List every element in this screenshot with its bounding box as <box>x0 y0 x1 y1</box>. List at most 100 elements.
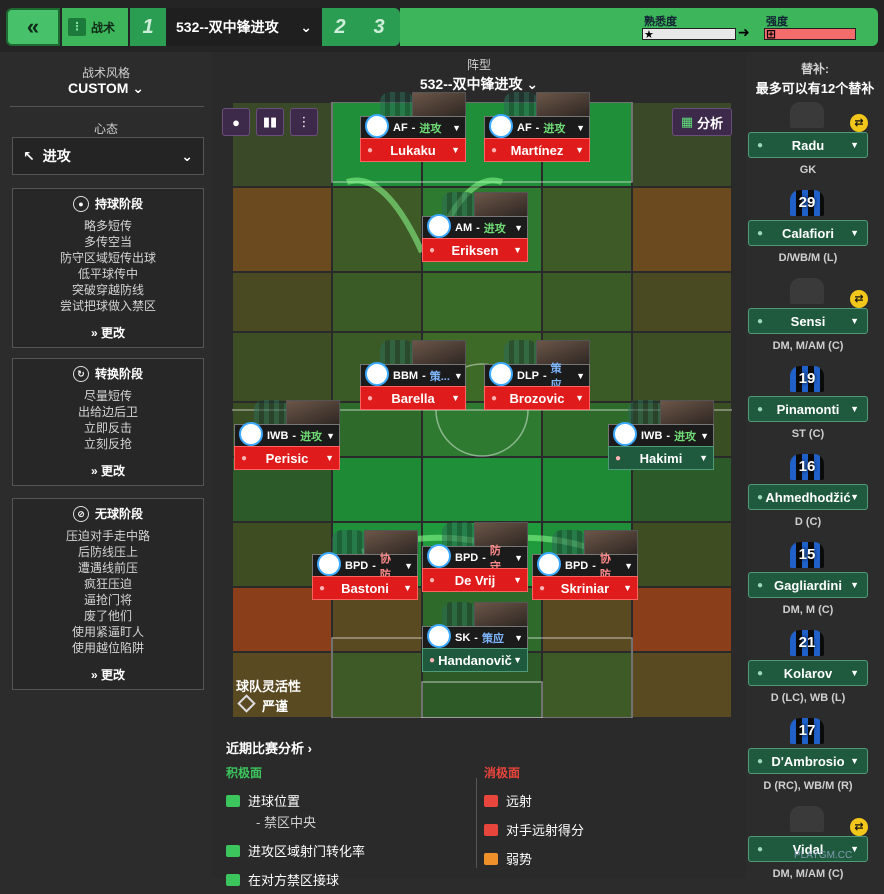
player-card[interactable]: IWB - 进攻 ▼ ● Perisic ▼ <box>234 400 340 470</box>
role-selector[interactable]: IWB - 进攻 ▼ <box>608 421 714 446</box>
role-selector[interactable]: AF - 进攻 ▼ <box>484 113 590 138</box>
familiarity-meter[interactable] <box>642 28 736 40</box>
player-name-bar[interactable]: ● Handanovič ▼ <box>422 648 528 672</box>
mentality-value: 进攻 <box>42 148 71 164</box>
player-name-bar[interactable]: ● Perisic ▼ <box>234 446 340 470</box>
sub-name-bar[interactable]: ● Radu ▼ <box>748 132 868 158</box>
sub-player[interactable]: ● Radu ▼ GK <box>746 102 870 190</box>
sub-player[interactable]: 29 ● Calafiori ▼ D/WB/M (L) <box>746 190 870 278</box>
role-selector[interactable]: BBM - 策... ▼ <box>360 361 466 386</box>
player-card[interactable]: BBM - 策... ▼ ● Barella ▼ <box>360 340 466 410</box>
divider <box>476 778 477 868</box>
sub-name-bar[interactable]: ● Kolarov ▼ <box>748 660 868 686</box>
caret-down-icon: ▼ <box>514 632 523 643</box>
player-view-button[interactable]: ● <box>222 108 250 136</box>
player-card[interactable]: BPD - 防守 ▼ ● De Vrij ▼ <box>422 522 528 592</box>
phase-instruction: 尝试把球做入禁区 <box>59 299 156 313</box>
analyse-button[interactable]: ▦ 分析 <box>672 108 732 136</box>
tactic-slot-3[interactable]: 3 <box>358 8 400 46</box>
tactic-name-dropdown[interactable]: 532--双中锋进攻 ⌄ <box>166 8 322 46</box>
player-name-bar[interactable]: ● Brozovic ▼ <box>484 386 590 410</box>
player-card[interactable]: DLP - 策应 ▼ ● Brozovic ▼ <box>484 340 590 410</box>
role-selector[interactable]: AF - 进攻 ▼ <box>360 113 466 138</box>
swap-arrows-icon[interactable]: ⇄ <box>850 818 868 836</box>
player-card[interactable]: AF - 进攻 ▼ ● Lukaku ▼ <box>360 92 466 162</box>
sub-player[interactable]: 19 ● Pinamonti ▼ ST (C) <box>746 366 870 454</box>
more-options-button[interactable]: ⋮ <box>290 108 318 136</box>
caret-down-icon: ▼ <box>451 393 460 403</box>
person-icon: ● <box>367 144 374 156</box>
stats-view-button[interactable]: ▮▮ <box>256 108 284 136</box>
sub-name-bar[interactable]: ● Calafiori ▼ <box>748 220 868 246</box>
strength-meter[interactable] <box>764 28 856 40</box>
positive-text: 进球位置 <box>248 794 301 809</box>
caret-down-icon: ▼ <box>514 552 523 563</box>
tactic-tab[interactable]: ⋮ 战术 <box>62 8 128 46</box>
person-icon: ● <box>232 114 240 130</box>
role-selector[interactable]: BPD - 协防 ▼ <box>312 551 418 581</box>
change-transition-button[interactable]: » 更改 <box>13 462 203 479</box>
sub-player[interactable]: 16 ● Ahmedhodžić ▼ D (C) <box>746 454 870 542</box>
player-card[interactable]: AF - 进攻 ▼ ● Martínez ▼ <box>484 92 590 162</box>
player-name-bar[interactable]: ● Skriniar ▼ <box>532 576 638 600</box>
change-out-of-possession-button[interactable]: » 更改 <box>13 666 203 683</box>
sub-name-bar[interactable]: ● Gagliardini ▼ <box>748 572 868 598</box>
sub-player[interactable]: 15 ● Gagliardini ▼ DM, M (C) <box>746 542 870 630</box>
thumbs-up-icon <box>226 844 240 857</box>
mentality-dropdown[interactable]: ↖ 进攻 ⌄ <box>12 137 204 175</box>
tactic-name: 532--双中锋进攻 <box>176 19 279 35</box>
sub-player[interactable]: ● Sensi ▼ DM, M/AM (C) <box>746 278 870 366</box>
negatives-caption: 消极面 <box>484 766 521 780</box>
player-name-bar[interactable]: ● Lukaku ▼ <box>360 138 466 162</box>
sub-name-bar[interactable]: ● Ahmedhodžić ▼ <box>748 484 868 510</box>
role-selector[interactable]: IWB - 进攻 ▼ <box>234 421 340 446</box>
person-icon: ● <box>491 144 498 156</box>
tactic-slot-2[interactable]: 2 <box>322 8 358 46</box>
positive-text: 进攻区域射门转化率 <box>248 844 366 859</box>
pitch-zone <box>633 273 731 331</box>
role-selector[interactable]: BPD - 防守 ▼ <box>422 543 528 573</box>
player-name-bar[interactable]: ● Martínez ▼ <box>484 138 590 162</box>
sub-name-bar[interactable]: ● D'Ambrosio ▼ <box>748 748 868 774</box>
transition-panel: ↻ 转换阶段 尽量短传 出给边后卫 立即反击 立刻反抢 » 更改 <box>12 358 204 486</box>
player-card[interactable]: AM - 进攻 ▼ ● Eriksen ▼ <box>422 192 528 262</box>
back-button[interactable]: « <box>6 8 60 46</box>
sub-name-bar[interactable]: ● Pinamonti ▼ <box>748 396 868 422</box>
role-selector[interactable]: AM - 进攻 ▼ <box>422 213 528 238</box>
tactic-slot-1[interactable]: 1 <box>130 8 166 46</box>
positive-text: - 禁区中央 <box>256 815 316 830</box>
player-card[interactable]: BPD - 协防 ▼ ● Skriniar ▼ <box>532 530 638 600</box>
player-name-bar[interactable]: ● Bastoni ▼ <box>312 576 418 600</box>
double-chevron-right-icon: » <box>90 668 98 682</box>
formation-dropdown[interactable]: 532--双中锋进攻 ⌄ <box>212 74 746 94</box>
subs-caption: 替补: <box>801 62 829 76</box>
player-card[interactable]: IWB - 进攻 ▼ ● Hakimi ▼ <box>608 400 714 470</box>
player-card[interactable]: SK - 策应 ▼ ● Handanovič ▼ <box>422 602 528 672</box>
thumbs-down-icon <box>484 852 498 865</box>
role-selector[interactable]: BPD - 协防 ▼ <box>532 551 638 581</box>
shirt-icon: 16 <box>790 454 824 480</box>
change-in-possession-button[interactable]: » 更改 <box>13 324 203 341</box>
duty: 进攻 <box>300 430 323 443</box>
player-name: Martínez <box>510 142 564 158</box>
mentality-caption: 心态 <box>93 122 118 136</box>
style-dropdown[interactable]: CUSTOM ⌄ <box>0 80 212 97</box>
shirt-icon <box>504 340 538 366</box>
swap-arrows-icon[interactable]: ⇄ <box>850 290 868 308</box>
player-name-bar[interactable]: ● Barella ▼ <box>360 386 466 410</box>
player-card[interactable]: BPD - 协防 ▼ ● Bastoni ▼ <box>312 530 418 600</box>
player-name-bar[interactable]: ● De Vrij ▼ <box>422 568 528 592</box>
person-icon: ● <box>757 579 764 591</box>
swap-arrows-icon[interactable]: ⇄ <box>850 114 868 132</box>
phase-instruction: 尽量短传 <box>83 389 132 403</box>
player-name-bar[interactable]: ● Eriksen ▼ <box>422 238 528 262</box>
sub-name-bar[interactable]: ● Sensi ▼ <box>748 308 868 334</box>
sub-player[interactable]: 17 ● D'Ambrosio ▼ D (RC), WB/M (R) <box>746 718 870 806</box>
role-icon <box>427 623 451 648</box>
sub-player[interactable]: 21 ● Kolarov ▼ D (LC), WB (L) <box>746 630 870 718</box>
role-code: IWB <box>267 429 289 442</box>
role-selector[interactable]: SK - 策应 ▼ <box>422 623 528 648</box>
role-selector[interactable]: DLP - 策应 ▼ <box>484 361 590 391</box>
player-name-bar[interactable]: ● Hakimi ▼ <box>608 446 714 470</box>
recent-analysis-link[interactable]: 近期比赛分析 › <box>226 738 746 757</box>
